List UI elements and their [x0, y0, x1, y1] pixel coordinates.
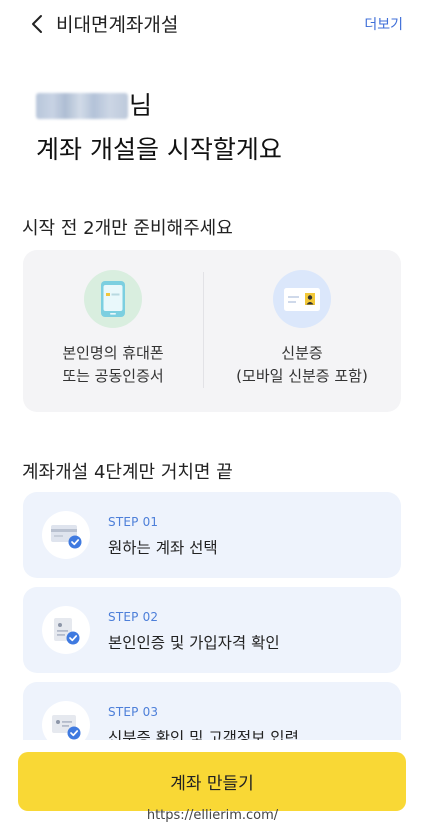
- back-arrow-icon[interactable]: [28, 13, 48, 35]
- app-header: 비대면계좌개설 더보기: [0, 0, 425, 48]
- step-card-2: STEP 02 본인인증 및 가입자격 확인: [23, 587, 401, 673]
- prep-card: 본인명의 휴대폰 또는 공동인증서 신분증 (모바일 신분증 포함): [23, 250, 401, 412]
- page-title: 비대면계좌개설: [56, 14, 179, 36]
- step-card-1: STEP 01 원하는 계좌 선택: [23, 492, 401, 578]
- prep-label-line: 신분증: [281, 344, 323, 362]
- prep-item-id: 신분증 (모바일 신분증 포함): [221, 250, 401, 412]
- prep-label-line: 본인명의 휴대폰: [62, 344, 164, 362]
- prep-item-phone: 본인명의 휴대폰 또는 공동인증서: [23, 250, 203, 412]
- watermark-url: https://ellierim.com/: [146, 808, 279, 823]
- step-description: 본인인증 및 가입자격 확인: [108, 634, 280, 652]
- step-number: STEP 02: [108, 610, 159, 624]
- prep-label-phone: 본인명의 휴대폰 또는 공동인증서: [23, 342, 203, 388]
- blurred-user-name: [36, 93, 128, 119]
- greeting-headline: 계좌 개설을 시작할게요: [36, 135, 282, 164]
- create-account-button[interactable]: 계좌 만들기: [18, 752, 406, 811]
- prep-divider: [203, 272, 204, 388]
- step-number: STEP 01: [108, 515, 159, 529]
- phone-icon: [84, 270, 142, 328]
- prep-section-title: 시작 전 2개만 준비해주세요: [22, 218, 233, 239]
- prep-label-line: 또는 공동인증서: [62, 367, 164, 385]
- prep-label-line: (모바일 신분증 포함): [236, 367, 368, 385]
- step-description: 원하는 계좌 선택: [108, 539, 218, 557]
- steps-section-title: 계좌개설 4단계만 거치면 끝: [22, 462, 233, 483]
- id-card-icon: [273, 270, 331, 328]
- step-number: STEP 03: [108, 705, 159, 719]
- id-check-icon: [42, 606, 90, 654]
- name-suffix: 님: [129, 91, 153, 120]
- account-card-icon: [42, 511, 90, 559]
- more-link[interactable]: 더보기: [364, 14, 403, 34]
- greeting-name-row: 님: [36, 88, 152, 122]
- prep-label-id: 신분증 (모바일 신분증 포함): [221, 342, 383, 388]
